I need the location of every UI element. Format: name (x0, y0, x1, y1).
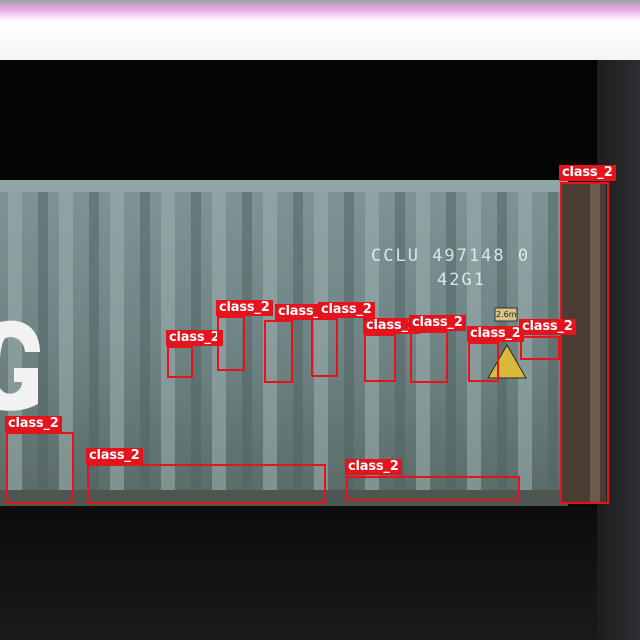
corrugation-shadow (344, 192, 354, 490)
detection-box (560, 182, 609, 504)
detection-label: class_2 (559, 165, 616, 181)
detection-box (410, 331, 448, 383)
detection-label: class_2 (409, 315, 466, 331)
container-code: CCLU 497148 0 (371, 246, 531, 266)
detection-box (311, 318, 338, 377)
corrugation-shadow (140, 192, 150, 490)
detection-box (217, 316, 245, 371)
detection-label: class_2 (519, 319, 576, 335)
detection-box (346, 476, 520, 501)
detection-label: class_2 (216, 300, 273, 316)
detection-label: class_2 (318, 302, 375, 318)
sky-glare (0, 0, 640, 60)
detection-box (364, 334, 396, 382)
detection-label: class_2 (166, 330, 223, 346)
corrugation-shadow (89, 192, 99, 490)
detection-box (264, 320, 293, 383)
height-mark: 2.6m (496, 310, 517, 319)
detection-box (468, 342, 499, 382)
detection-label: class_2 (86, 448, 143, 464)
corrugation-shadow (395, 192, 405, 490)
corrugation-rib (110, 192, 124, 490)
detection-box (520, 336, 560, 360)
ground (0, 506, 597, 640)
camera-frame: CCLU 497148 0 42G1 2.6m class_2 class_2 … (0, 0, 640, 640)
detection-label: class_2 (5, 416, 62, 432)
corrugation-shadow (293, 192, 303, 490)
detection-box (167, 346, 193, 378)
detection-box (6, 432, 74, 504)
container-top-rail (0, 180, 568, 192)
container-type-code: 42G1 (437, 270, 486, 290)
detection-label: class_2 (467, 326, 524, 342)
detection-box (87, 464, 326, 504)
detection-label: class_2 (345, 459, 402, 475)
